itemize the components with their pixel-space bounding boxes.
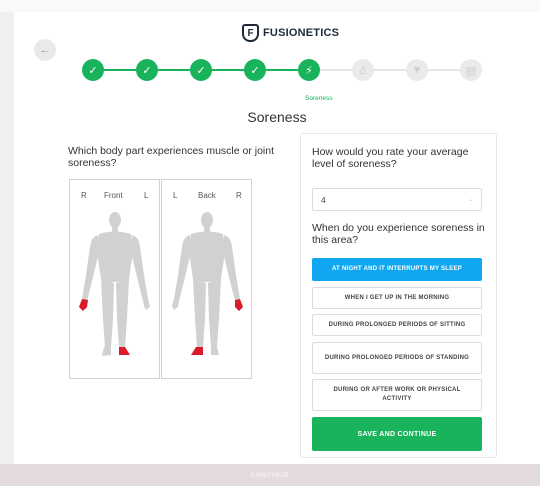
back-button[interactable]: ← <box>34 39 56 61</box>
head[interactable] <box>109 212 121 228</box>
back-side-left-label: L <box>173 191 178 200</box>
left-hand[interactable] <box>172 299 179 310</box>
right-leg[interactable] <box>208 279 221 347</box>
step-4[interactable]: ✓ <box>244 59 266 81</box>
left-leg[interactable] <box>116 279 129 347</box>
option-morning[interactable]: WHEN I GET UP IN THE MORNING <box>312 287 482 309</box>
back-view-title: Back <box>198 191 216 200</box>
stepper-connector <box>428 69 460 71</box>
check-icon: ✓ <box>88 64 98 77</box>
progress-stepper: ✓ ✓ ✓ ✓ ⚡ ♙ ♥ ▤ <box>82 59 482 81</box>
option-label: AT NIGHT AND IT INTERRUPTS MY SLEEP <box>332 266 462 272</box>
front-body-figure[interactable] <box>72 207 158 375</box>
back-side-right-label: R <box>236 191 242 200</box>
stepper-connector <box>158 69 190 71</box>
assessment-page: ← F FUSIONETICS ✓ ✓ ✓ ✓ ⚡ ♙ ♥ ▤ Soreness Sorene… <box>14 12 540 464</box>
option-label: DURING OR AFTER WORK OR PHYSICAL ACTIVIT… <box>333 387 461 402</box>
body-part-question: Which body part experiences muscle or jo… <box>68 145 275 169</box>
step-7: ♥ <box>406 59 428 81</box>
arrow-left-icon: ← <box>39 44 51 56</box>
check-icon: ✓ <box>196 64 206 77</box>
person-icon: ♙ <box>358 64 368 77</box>
check-icon: ✓ <box>250 64 260 77</box>
left-hand[interactable] <box>143 299 150 310</box>
right-foot[interactable] <box>211 347 219 355</box>
left-arm[interactable] <box>174 235 191 301</box>
right-arm[interactable] <box>223 235 240 301</box>
soreness-level-value: 4 <box>321 194 326 205</box>
torso[interactable] <box>97 231 133 283</box>
left-leg[interactable] <box>193 279 206 347</box>
right-leg[interactable] <box>101 279 114 347</box>
rating-question: How would you rate your average level of… <box>312 146 469 170</box>
check-icon: ✓ <box>142 64 152 77</box>
bolt-icon: ⚡ <box>305 64 313 77</box>
step-1[interactable]: ✓ <box>82 59 104 81</box>
option-work-activity[interactable]: DURING OR AFTER WORK OR PHYSICAL ACTIVIT… <box>312 379 482 411</box>
option-label: WHEN I GET UP IN THE MORNING <box>344 294 450 301</box>
head[interactable] <box>201 212 213 228</box>
step-2[interactable]: ✓ <box>136 59 158 81</box>
stepper-connector <box>374 69 406 71</box>
step-5[interactable]: ⚡ <box>298 59 320 81</box>
step-6: ♙ <box>352 59 374 81</box>
continue-footer-button[interactable]: CONTINUE <box>0 464 540 486</box>
save-and-continue-button[interactable]: SAVE AND CONTINUE <box>312 417 482 451</box>
option-at-night[interactable]: AT NIGHT AND IT INTERRUPTS MY SLEEP <box>312 258 482 281</box>
left-arm[interactable] <box>131 235 148 301</box>
clipboard-icon: ▤ <box>465 64 477 77</box>
body-diagram-back[interactable]: L Back R <box>161 179 252 379</box>
left-foot-highlight[interactable] <box>191 347 203 355</box>
top-strip <box>0 0 540 12</box>
right-hand-highlight[interactable] <box>79 299 88 311</box>
soreness-card: How would you rate your average level of… <box>300 133 497 458</box>
front-side-left-label: R <box>81 191 87 200</box>
brand-logo: F FUSIONETICS <box>242 23 339 43</box>
left-foot-highlight[interactable] <box>119 347 130 355</box>
right-arm[interactable] <box>82 235 99 301</box>
back-body-figure[interactable] <box>164 207 250 375</box>
option-label: DURING PROLONGED PERIODS OF SITTING <box>328 321 466 328</box>
option-standing[interactable]: DURING PROLONGED PERIODS OF STANDING <box>312 342 482 374</box>
active-step-label: Soreness <box>305 95 333 102</box>
front-view-title: Front <box>104 191 123 200</box>
chevron-down-icon: ⌄ <box>467 197 473 203</box>
stepper-connector <box>104 69 136 71</box>
heart-icon: ♥ <box>413 64 421 76</box>
option-label: DURING PROLONGED PERIODS OF STANDING <box>324 354 470 361</box>
timing-question: When do you experience soreness in this … <box>312 222 485 246</box>
step-8: ▤ <box>460 59 482 81</box>
brand-name: FUSIONETICS <box>263 27 340 39</box>
soreness-level-select[interactable]: 4 ⌄ <box>312 188 482 211</box>
stepper-connector <box>320 69 352 71</box>
back-torso[interactable] <box>189 231 225 283</box>
option-sitting[interactable]: DURING PROLONGED PERIODS OF SITTING <box>312 314 482 336</box>
continue-label: CONTINUE <box>250 471 290 479</box>
body-diagram-front[interactable]: R Front L <box>69 179 160 379</box>
stepper-connector <box>266 69 298 71</box>
right-hand-highlight[interactable] <box>235 299 243 311</box>
front-side-right-label: L <box>144 191 149 200</box>
page-title: Soreness <box>247 109 307 125</box>
right-foot[interactable] <box>102 347 111 356</box>
shield-logo-icon: F <box>242 24 259 42</box>
stepper-connector <box>212 69 244 71</box>
step-3[interactable]: ✓ <box>190 59 212 81</box>
